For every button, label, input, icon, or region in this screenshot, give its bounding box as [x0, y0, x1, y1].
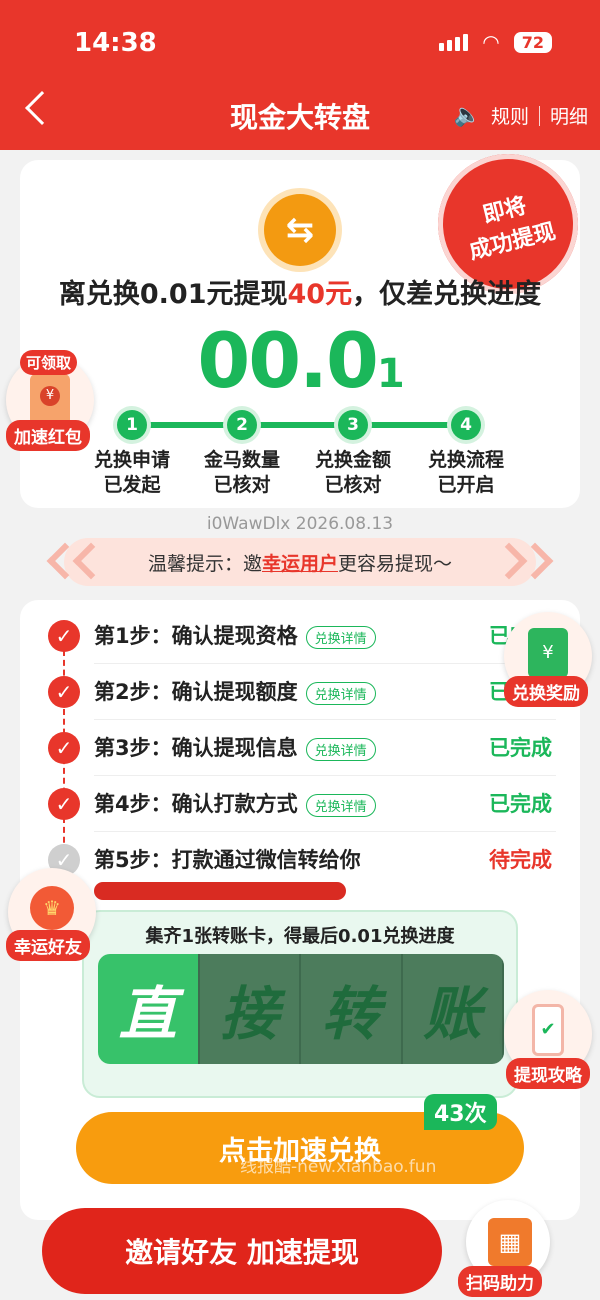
transfer-card-box: 集齐1张转账卡，得最后0.01兑换进度 直 接 转 账	[82, 910, 518, 1098]
crown-avatar-icon: ♛	[30, 886, 74, 930]
step-text-1: 第1步：确认提现资格 兑换详情	[94, 620, 376, 650]
step-3-status: 已完成	[489, 736, 552, 760]
step-2-detail-button[interactable]: 兑换详情	[305, 681, 376, 705]
step-text-3: 第3步：确认提现信息 兑换详情	[94, 732, 376, 762]
exchange-progress-card: ⇆ 即将 成功提现 离兑换0.01元提现40元，仅差兑换进度 00.01 1 2…	[20, 139, 593, 508]
step-label-4-title: 兑换流程	[427, 449, 504, 471]
sound-icon[interactable]: 🔈	[454, 103, 481, 128]
step-label-1-title: 兑换申请	[93, 449, 170, 471]
chevron-right-icon	[516, 542, 554, 580]
lucky-friend-label[interactable]: 幸运好友	[6, 930, 90, 961]
headline: 离兑换0.01元提现40元，仅差兑换进度	[20, 272, 580, 311]
step-3-label: 第3步：确认提现信息	[94, 736, 298, 760]
step-2-label: 第2步：确认提现额度	[94, 680, 298, 704]
chevron-left-icon	[72, 542, 110, 580]
check-icon: ✓	[48, 676, 80, 708]
tile-4: 账	[402, 954, 504, 1064]
nav-divider	[538, 105, 540, 126]
step-label-4: 兑换流程 已开启	[406, 448, 526, 498]
step-label-4-state: 已开启	[437, 474, 495, 496]
transfer-tiles: 直 接 转 账	[98, 954, 504, 1064]
tile-1: 直	[98, 954, 200, 1064]
speed-redpack-label[interactable]: 加速红包	[6, 420, 90, 451]
step-1-detail-button[interactable]: 兑换详情	[305, 625, 376, 649]
step-label-3-state: 已核对	[324, 474, 382, 496]
step-1-label: 第1步：确认提现资格	[94, 624, 298, 648]
invite-friends-button[interactable]: 邀请好友 加速提现	[42, 1208, 442, 1294]
details-link[interactable]: 明细	[550, 102, 588, 129]
step-3-detail-button[interactable]: 兑换详情	[305, 737, 376, 761]
withdraw-guide-label[interactable]: 提现攻略	[506, 1058, 590, 1089]
claimable-label: 可领取	[20, 350, 78, 375]
tip-suffix: 更容易提现～	[338, 552, 453, 575]
step-label-2: 金马数量 已核对	[182, 448, 302, 498]
progress-number-small: 1	[376, 351, 405, 397]
step-label-2-title: 金马数量	[203, 449, 280, 471]
swap-icon: ⇆	[264, 194, 336, 266]
progress-number: 00.01	[20, 316, 580, 405]
step-row-4: ✓ 第4步：确认打款方式 兑换详情 已完成	[20, 776, 580, 832]
step-text-4: 第4步：确认打款方式 兑换详情	[94, 788, 376, 818]
tip-banner: 温馨提示：邀 幸运用户 更容易提现～	[46, 538, 554, 586]
exchange-reward-label[interactable]: 兑换奖励	[504, 676, 588, 707]
signal-icon	[439, 33, 469, 51]
transfer-progress-bar	[94, 882, 346, 900]
headline-suffix: ，仅差兑换进度	[352, 279, 542, 310]
step-dot-2: 2	[227, 410, 257, 440]
status-icons: ◠ 72	[439, 30, 552, 54]
step-label-3: 兑换金额 已核对	[293, 448, 413, 498]
date-line: i0WawDlx 2026.08.13	[206, 514, 394, 534]
step-row-3: ✓ 第3步：确认提现信息 兑换详情 已完成	[20, 720, 580, 776]
battery-icon: 72	[513, 31, 552, 53]
step-row-1: ✓ 第1步：确认提现资格兑换详情 已完成	[20, 608, 580, 664]
step-4-status: 已完成	[489, 792, 552, 816]
step-dot-3: 3	[338, 410, 368, 440]
header: 14:38 ◠ 72 现金大转盘 🔈 规则 明细	[0, 0, 600, 150]
tip-highlight[interactable]: 幸运用户	[262, 549, 338, 576]
wifi-icon: ◠	[482, 30, 500, 54]
green-envelope-icon: ¥	[528, 628, 568, 678]
step-row-5: ✓ 第5步：打款通过微信转给你 待完成	[20, 832, 580, 888]
transfer-title: 集齐1张转账卡，得最后0.01兑换进度	[145, 926, 455, 947]
status-time: 14:38	[74, 28, 157, 58]
check-icon: ✓	[48, 788, 80, 820]
step-text-5: 第5步：打款通过微信转给你	[94, 844, 361, 874]
headline-prefix: 离兑换0.01元提现	[58, 279, 288, 310]
redpack-icon	[30, 374, 70, 426]
step-4-detail-button[interactable]: 兑换详情	[305, 793, 376, 817]
step-5-status: 待完成	[489, 848, 552, 872]
count-badge: 43次	[424, 1094, 497, 1130]
step-label-3-title: 兑换金额	[314, 449, 391, 471]
step-4-label: 第4步：确认打款方式	[94, 792, 298, 816]
withdraw-steps-card: ✓ 第1步：确认提现资格兑换详情 已完成 ✓ 第2步：确认提现额度兑换详情 已完…	[20, 600, 580, 1220]
step-5-label: 第5步：打款通过微信转给你	[94, 848, 361, 872]
rules-link[interactable]: 规则	[491, 102, 529, 129]
step-label-1-state: 已发起	[103, 474, 161, 496]
qr-code-icon[interactable]: ▦	[488, 1218, 532, 1266]
progress-line	[132, 422, 472, 428]
step-row-2: ✓ 第2步：确认提现额度兑换详情 已完成	[20, 664, 580, 720]
phone-wechat-icon: ✔	[532, 1004, 564, 1056]
headline-amount: 40元	[287, 279, 353, 310]
step-dot-1: 1	[117, 410, 147, 440]
tip-prefix: 温馨提示：邀	[147, 552, 262, 575]
progress-number-main: 00.0	[197, 316, 379, 405]
watermark: 线报酷-new.xianbao.fun	[240, 1157, 437, 1177]
step-label-2-state: 已核对	[213, 474, 271, 496]
step-dot-4: 4	[451, 410, 481, 440]
step-text-2: 第2步：确认提现额度 兑换详情	[94, 676, 376, 706]
step-label-1: 兑换申请 已发起	[72, 448, 192, 498]
tile-2: 接	[199, 954, 301, 1064]
check-icon: ✓	[48, 732, 80, 764]
scan-help-label[interactable]: 扫码助力	[458, 1266, 542, 1297]
tile-3: 转	[301, 954, 403, 1064]
check-icon: ✓	[48, 620, 80, 652]
